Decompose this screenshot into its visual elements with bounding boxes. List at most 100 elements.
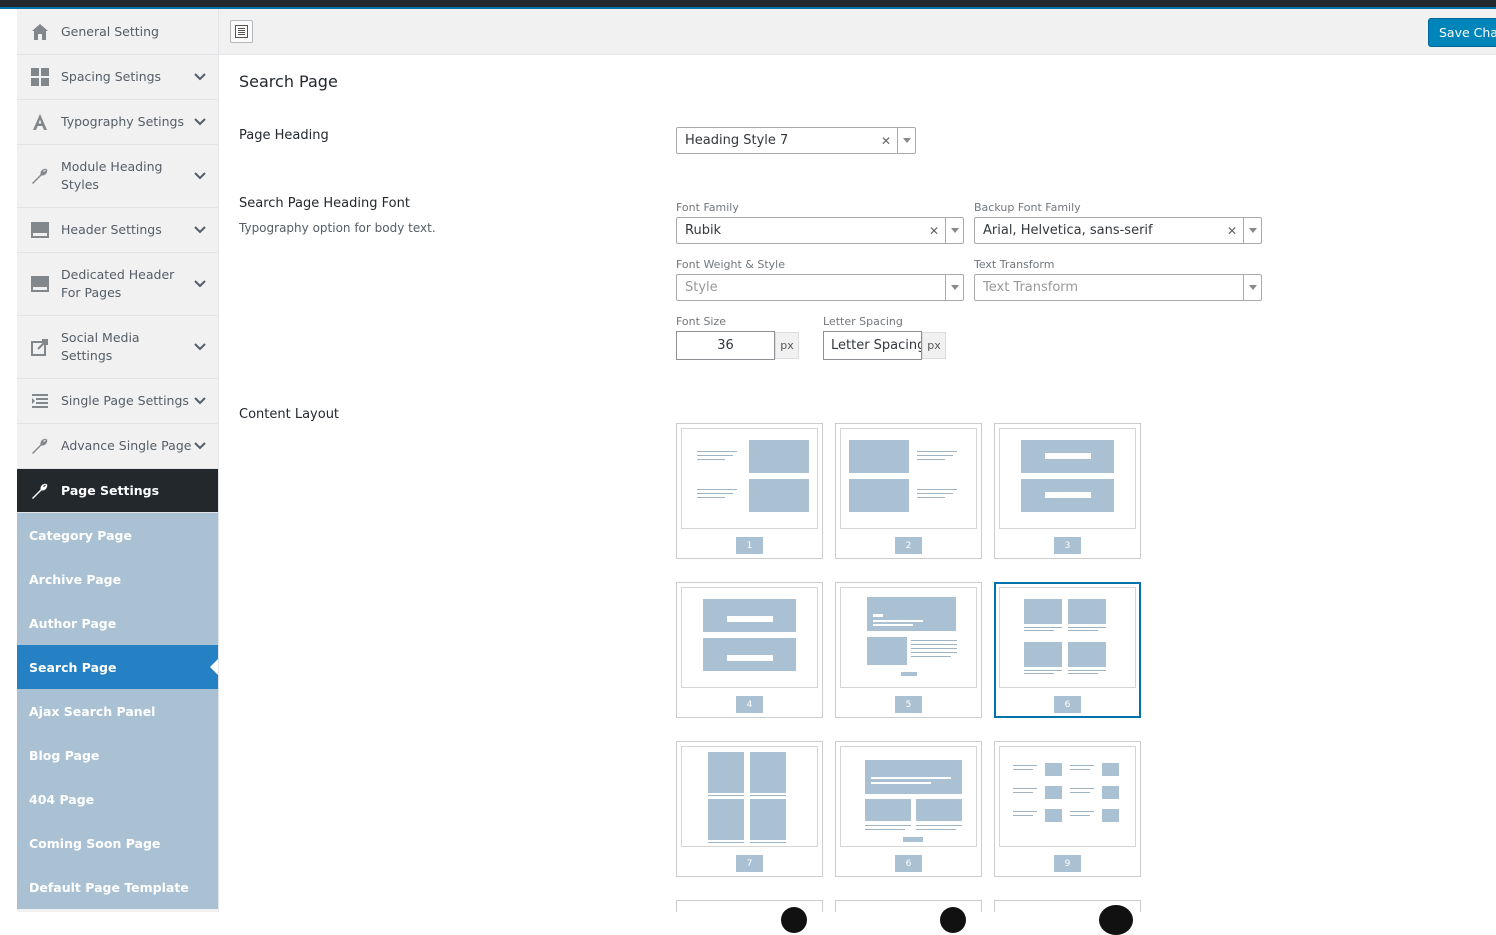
sidebar-item-header[interactable]: Header Settings [17,208,218,253]
sidebar-item-page-settings[interactable]: Page Settings [17,469,218,513]
font-size-input[interactable]: 36 [676,331,775,360]
settings-sidebar: General Setting Spacing Setings Typograp… [17,9,219,912]
badge-icon [940,907,966,933]
backup-font-select[interactable]: Arial, Helvetica, sans-serif ✕ [974,217,1262,244]
layout-preview [840,428,977,529]
layout-option-7[interactable]: 7 [676,741,823,877]
sidebar-subitem-category[interactable]: Category Page [17,513,218,557]
sidebar-subitem-404[interactable]: 404 Page [17,777,218,821]
list-icon [31,392,49,410]
text-transform-select[interactable]: Text Transform [974,274,1262,301]
chevron-down-icon [194,280,206,288]
chevron-down-icon [194,343,206,351]
page-title: Search Page [239,72,338,91]
toggle-sidebar-button[interactable] [230,20,253,43]
dropdown-arrow-icon [945,275,963,300]
layout-option-6[interactable]: 6 [994,582,1141,718]
layout-number: 9 [1054,855,1081,872]
chevron-down-icon [194,397,206,405]
layout-option-11[interactable] [835,900,982,933]
save-changes-button[interactable]: Save Changes [1428,18,1496,47]
layout-option-9[interactable]: 9 [994,741,1141,877]
layout-option-4[interactable]: 4 [676,582,823,718]
chevron-down-icon [194,73,206,81]
dropdown-arrow-icon [897,128,915,153]
layout-option-3[interactable]: 3 [994,423,1141,559]
grid-icon [31,68,49,86]
sidebar-item-general[interactable]: General Setting [17,9,218,55]
sidebar-item-typography[interactable]: Typography Setings [17,100,218,145]
heading-font-description: Typography option for body text. [239,221,436,235]
sidebar-item-social-media[interactable]: Social Media Settings [17,316,218,379]
layout-number: 3 [1054,537,1081,554]
share-icon [31,338,49,356]
badge-icon [1099,905,1133,935]
sidebar-item-module-heading[interactable]: Module Heading Styles [17,145,218,208]
layout-option-10[interactable] [676,900,823,933]
wrench-icon [31,482,49,500]
layout-icon [235,25,248,38]
layout-preview [840,587,977,688]
heading-font-title: Search Page Heading Font [239,196,410,211]
clear-icon[interactable]: ✕ [1227,224,1237,238]
sidebar-subitem-coming-soon[interactable]: Coming Soon Page [17,821,218,865]
layout-option-12[interactable] [994,900,1141,935]
layout-option-2[interactable]: 2 [835,423,982,559]
options-toolbar: Save Changes [219,9,1496,55]
font-weight-select[interactable]: Style [676,274,964,301]
home-icon [31,23,49,41]
sidebar-item-spacing[interactable]: Spacing Setings [17,55,218,100]
layout-preview [999,746,1136,847]
layout-option-8[interactable]: 6 [835,741,982,877]
dropdown-arrow-icon [1243,275,1261,300]
layout-number: 2 [895,537,922,554]
layout-number: 7 [736,855,763,872]
typography-icon [31,113,49,131]
font-weight-label: Font Weight & Style [676,258,785,271]
admin-top-bar [0,0,1496,9]
chevron-down-icon [194,226,206,234]
badge-icon [781,907,807,933]
page-heading-select[interactable]: Heading Style 7 ✕ [676,127,916,154]
sidebar-item-single-page[interactable]: Single Page Settings [17,379,218,424]
letter-spacing-label: Letter Spacing [823,315,903,328]
layout-option-5[interactable]: 5 [835,582,982,718]
layout-preview [999,587,1136,688]
letter-spacing-input[interactable]: Letter Spacing [823,331,922,360]
font-size-unit: px [775,332,799,359]
layout-preview [840,746,977,847]
header-icon [31,221,49,239]
sidebar-subitem-blog[interactable]: Blog Page [17,733,218,777]
layout-option-1[interactable]: 1 [676,423,823,559]
font-family-label: Font Family [676,201,739,214]
text-transform-label: Text Transform [974,258,1055,271]
content-layout-label: Content Layout [239,407,340,422]
layout-number: 1 [736,537,763,554]
wrench-icon [31,167,49,185]
sidebar-item-advance-single[interactable]: Advance Single Page [17,424,218,469]
layout-preview [681,587,818,688]
font-size-label: Font Size [676,315,727,328]
layout-number: 6 [895,855,922,872]
dropdown-arrow-icon [1243,218,1261,243]
font-family-select[interactable]: Rubik ✕ [676,217,964,244]
sidebar-subitem-ajax-search[interactable]: Ajax Search Panel [17,689,218,733]
sidebar-item-dedicated-header[interactable]: Dedicated Header For Pages [17,253,218,316]
sidebar-subitem-search[interactable]: Search Page [17,645,218,689]
clear-icon[interactable]: ✕ [881,134,891,148]
sidebar-subitem-default-template[interactable]: Default Page Template [17,865,218,909]
layout-number: 6 [1054,696,1081,713]
sidebar-subitem-archive[interactable]: Archive Page [17,557,218,601]
clear-icon[interactable]: ✕ [929,224,939,238]
chevron-down-icon [194,442,206,450]
backup-font-label: Backup Font Family [974,201,1081,214]
layout-preview [681,746,818,847]
layout-preview [681,428,818,529]
layout-number: 4 [736,696,763,713]
layout-preview [999,428,1136,529]
header-icon [31,275,49,293]
sidebar-subitem-author[interactable]: Author Page [17,601,218,645]
dropdown-arrow-icon [945,218,963,243]
page-heading-label: Page Heading [239,128,329,143]
chevron-down-icon [194,118,206,126]
